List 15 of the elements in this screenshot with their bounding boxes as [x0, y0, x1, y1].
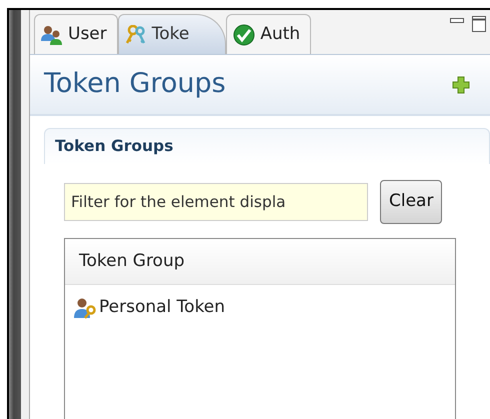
users-icon [41, 24, 63, 44]
minimize-icon[interactable] [450, 16, 464, 26]
add-icon[interactable] [452, 76, 470, 94]
check-icon [233, 24, 256, 46]
user-key-icon [73, 296, 97, 319]
form-title: Token Groups [44, 67, 226, 102]
tab[interactable]: User [34, 14, 118, 54]
tab[interactable]: Auth [226, 14, 312, 54]
tab[interactable]: Toke [118, 14, 226, 54]
clear-button[interactable]: Clear [380, 180, 442, 224]
section-title: Token Groups [55, 136, 174, 157]
maximize-icon[interactable] [472, 16, 486, 32]
filter-field[interactable]: Filter for the element displa [64, 183, 368, 221]
table-cell[interactable]: Personal Token [99, 295, 226, 320]
keys-icon [124, 24, 147, 44]
